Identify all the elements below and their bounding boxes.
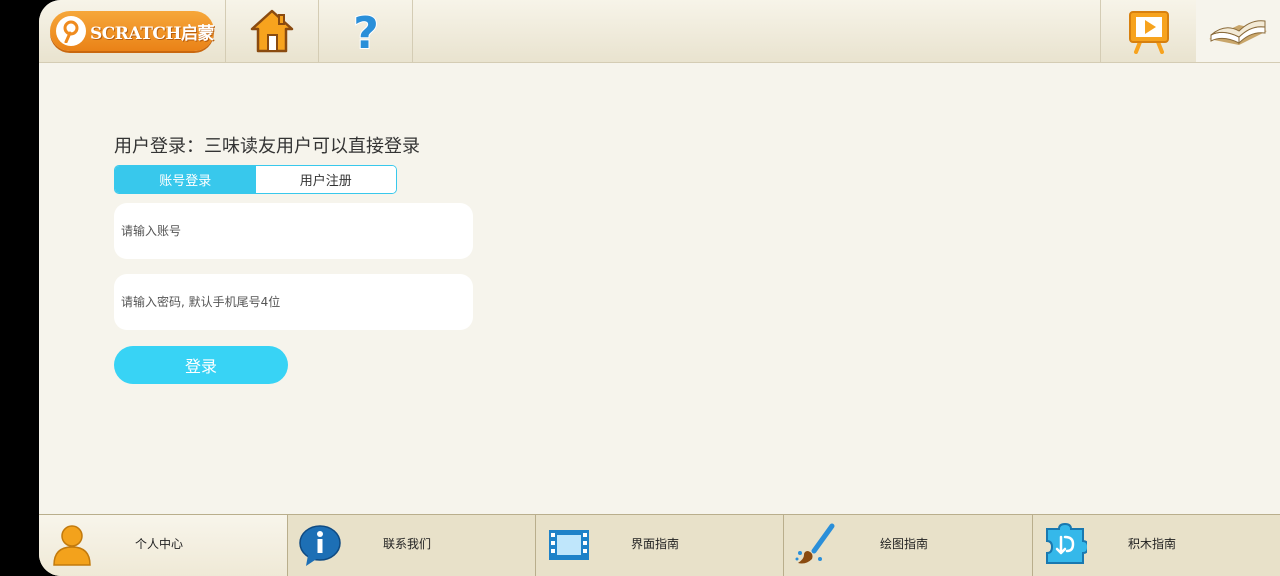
password-input[interactable] (114, 274, 473, 330)
nav-label-personal-center: 个人中心 (135, 537, 184, 551)
film-icon (549, 530, 589, 560)
nav-item-interface-guide[interactable]: 界面指南 (536, 515, 784, 576)
nav-item-personal-center[interactable]: 个人中心 (39, 515, 288, 576)
home-icon (250, 9, 293, 53)
puzzle-block-icon (1046, 523, 1087, 564)
book-icon (1209, 20, 1267, 45)
bottom-nav: 个人中心 联系我们 界面指南 绘图指南 积木指南 (39, 514, 1280, 576)
person-icon (53, 525, 91, 566)
nav-label-block-guide: 积木指南 (1128, 537, 1177, 551)
scratch-logo[interactable]: SCRATCH启蒙 (50, 11, 214, 51)
help-icon: ? (352, 8, 380, 54)
nav-label-interface-guide: 界面指南 (631, 537, 680, 551)
home-button[interactable] (225, 0, 319, 62)
scratch-mascot-icon (56, 16, 86, 46)
book-button[interactable] (1196, 0, 1280, 62)
help-button[interactable]: ? (319, 0, 413, 62)
login-button[interactable]: 登录 (114, 346, 288, 384)
nav-item-contact-us[interactable]: 联系我们 (288, 515, 536, 576)
video-button[interactable] (1100, 0, 1197, 62)
tab-account-login[interactable]: 账号登录 (115, 166, 256, 193)
account-input[interactable] (114, 203, 473, 259)
info-icon (299, 525, 341, 566)
top-toolbar: SCRATCH启蒙 ? (39, 0, 1280, 63)
tab-user-register[interactable]: 用户注册 (255, 166, 396, 193)
login-tabs: 账号登录 用户注册 (114, 165, 397, 194)
logo-text: SCRATCH启蒙 (90, 23, 214, 44)
nav-item-drawing-guide[interactable]: 绘图指南 (784, 515, 1033, 576)
login-title: 用户登录：三味读友用户可以直接登录 (114, 136, 420, 157)
logo-cell[interactable]: SCRATCH启蒙 (39, 0, 226, 62)
video-icon (1128, 11, 1169, 54)
svg-text:?: ? (353, 8, 379, 54)
app-window: SCRATCH启蒙 ? 用户登录：三味读友用户可以直接登录 账号登录 用户注册 … (39, 0, 1280, 576)
nav-item-block-guide[interactable]: 积木指南 (1033, 515, 1280, 576)
nav-label-drawing-guide: 绘图指南 (880, 537, 929, 551)
nav-label-contact-us: 联系我们 (383, 537, 432, 551)
paintbrush-icon (795, 523, 835, 564)
